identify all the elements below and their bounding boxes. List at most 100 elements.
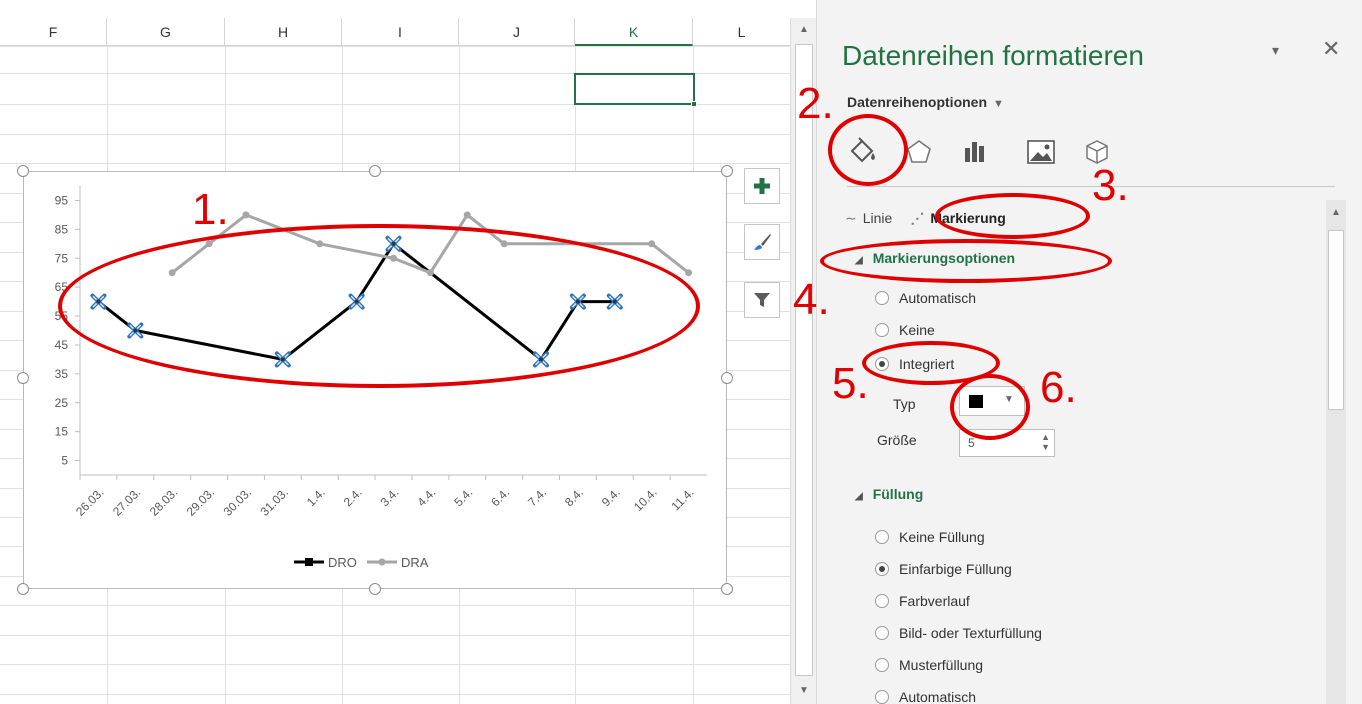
x-tick-label: 28.03. — [147, 485, 180, 518]
chart-elements-button[interactable] — [744, 168, 780, 204]
chart-resize-handle-tl[interactable] — [17, 165, 29, 177]
selected-cell-k2[interactable] — [574, 73, 697, 107]
collapse-caret-icon: ◢ — [855, 491, 863, 502]
fill-option-label: Farbverlauf — [899, 593, 970, 609]
effects-icon — [907, 140, 931, 163]
tab-series-options[interactable] — [957, 134, 993, 170]
pane-scroll-thumb[interactable] — [1328, 230, 1344, 410]
radio-button-checked[interactable] — [875, 562, 889, 576]
legend-label-dro: DRO — [328, 555, 357, 570]
marker-option-label: Automatisch — [899, 290, 977, 306]
data-point-dra — [463, 211, 471, 219]
radio-button[interactable] — [875, 530, 889, 544]
pane-options-dropdown-icon[interactable]: ▾ — [1272, 42, 1279, 59]
annotation-number-4: 4. — [793, 275, 830, 324]
chart-resize-handle-mr[interactable] — [721, 372, 733, 384]
column-header-i[interactable]: I — [342, 18, 459, 46]
marker-icon: ⋰ — [910, 210, 925, 226]
annotation-ellipse-marker-subtab — [935, 193, 1090, 239]
chart-filters-button[interactable] — [744, 282, 780, 318]
pane-title: Datenreihen formatieren — [842, 40, 1144, 71]
x-tick-label: 2.4. — [341, 485, 365, 509]
data-point-dra — [648, 240, 656, 248]
subtab-line[interactable]: ∼ Linie — [845, 210, 892, 227]
chart-resize-handle-tc[interactable] — [369, 165, 381, 177]
row-gridline — [0, 664, 790, 665]
sheet-scroll-thumb[interactable] — [795, 44, 813, 676]
column-header-h[interactable]: H — [225, 18, 342, 46]
chart-resize-handle-ml[interactable] — [17, 372, 29, 384]
chart-resize-handle-bl[interactable] — [17, 583, 29, 595]
y-tick-label: 75 — [55, 251, 69, 265]
column-header-row: F G H I J K L — [0, 18, 790, 46]
annotation-ellipse-type — [950, 374, 1030, 440]
fill-option-label: Einfarbige Füllung — [899, 561, 1012, 577]
chevron-down-icon: ▼ — [993, 98, 1004, 110]
legend-marker-dra — [378, 558, 386, 566]
x-tick-label: 27.03. — [110, 485, 143, 518]
y-tick-label: 5 — [61, 454, 68, 468]
radio-button[interactable] — [875, 291, 889, 305]
marker-option-label: Keine — [899, 322, 935, 338]
marker-size-value: 5 — [968, 436, 975, 450]
series-options-dropdown[interactable]: Datenreihenoptionen ▼ — [847, 94, 1004, 110]
y-tick-label: 45 — [55, 338, 69, 352]
row-gridline — [0, 635, 790, 636]
fill-section-header[interactable]: ◢ Füllung — [855, 486, 923, 502]
filter-icon — [754, 293, 770, 307]
fill-option-label: Bild- oder Texturfüllung — [899, 625, 1042, 641]
annotation-number-3: 3. — [1092, 161, 1129, 210]
radio-button[interactable] — [875, 594, 889, 608]
chart-resize-handle-br[interactable] — [721, 583, 733, 595]
column-header-g[interactable]: G — [107, 18, 225, 46]
x-tick-label: 5.4. — [451, 485, 475, 509]
chart-resize-handle-tr[interactable] — [721, 165, 733, 177]
chart-resize-handle-bc[interactable] — [369, 583, 381, 595]
x-tick-label: 26.03. — [73, 485, 106, 518]
fill-option-gradient[interactable]: Farbverlauf — [875, 593, 970, 609]
radio-button[interactable] — [875, 690, 889, 704]
x-tick-label: 6.4. — [488, 485, 512, 509]
fill-option-automatic[interactable]: Automatisch — [875, 689, 976, 704]
spin-arrows-icon[interactable]: ▲ ▼ — [1041, 432, 1050, 452]
column-header-j[interactable]: J — [459, 18, 575, 46]
fill-option-solid[interactable]: Einfarbige Füllung — [875, 561, 1012, 577]
x-tick-label: 8.4. — [562, 485, 586, 509]
annotation-ellipse-chart-lines — [58, 224, 700, 388]
pane-divider — [847, 186, 1335, 187]
chart-styles-button[interactable] — [744, 224, 780, 260]
fill-handle[interactable] — [691, 101, 697, 107]
radio-button[interactable] — [875, 626, 889, 640]
radio-button[interactable] — [875, 658, 889, 672]
close-icon[interactable]: ✕ — [1322, 36, 1340, 62]
plus-icon — [754, 178, 770, 194]
marker-option-automatic[interactable]: Automatisch — [875, 290, 976, 306]
row-gridline — [0, 46, 790, 47]
fill-option-pattern[interactable]: Musterfüllung — [875, 657, 983, 673]
radio-button[interactable] — [875, 323, 889, 337]
annotation-number-1: 1. — [192, 185, 229, 234]
x-tick-label: 31.03. — [257, 485, 290, 518]
column-header-k[interactable]: K — [575, 18, 693, 46]
line-icon: ∼ — [845, 210, 857, 226]
scroll-up-arrow-icon[interactable]: ▲ — [1326, 204, 1346, 222]
x-tick-label: 4.4. — [414, 485, 438, 509]
column-header-l[interactable]: L — [693, 18, 790, 46]
annotation-ellipse-fill-tab — [828, 114, 908, 186]
column-header-f[interactable]: F — [0, 18, 107, 46]
pane-vertical-scrollbar[interactable]: ▲ — [1326, 200, 1346, 704]
fill-option-picture-texture[interactable]: Bild- oder Texturfüllung — [875, 625, 1042, 641]
series-options-icon — [965, 142, 984, 162]
fill-option-label: Musterfüllung — [899, 657, 984, 673]
marker-option-none[interactable]: Keine — [875, 322, 935, 338]
y-tick-label: 35 — [55, 367, 69, 381]
series-options-label: Datenreihenoptionen — [847, 94, 988, 110]
tab-picture[interactable] — [1023, 134, 1059, 170]
scroll-down-arrow-icon[interactable]: ▼ — [794, 682, 814, 700]
fill-option-label: Keine Füllung — [899, 529, 985, 545]
data-point-dra — [685, 269, 693, 277]
row-gridline — [0, 163, 790, 164]
fill-option-none[interactable]: Keine Füllung — [875, 529, 985, 545]
marker-type-label: Typ — [893, 396, 916, 412]
scroll-up-arrow-icon[interactable]: ▲ — [794, 21, 814, 39]
